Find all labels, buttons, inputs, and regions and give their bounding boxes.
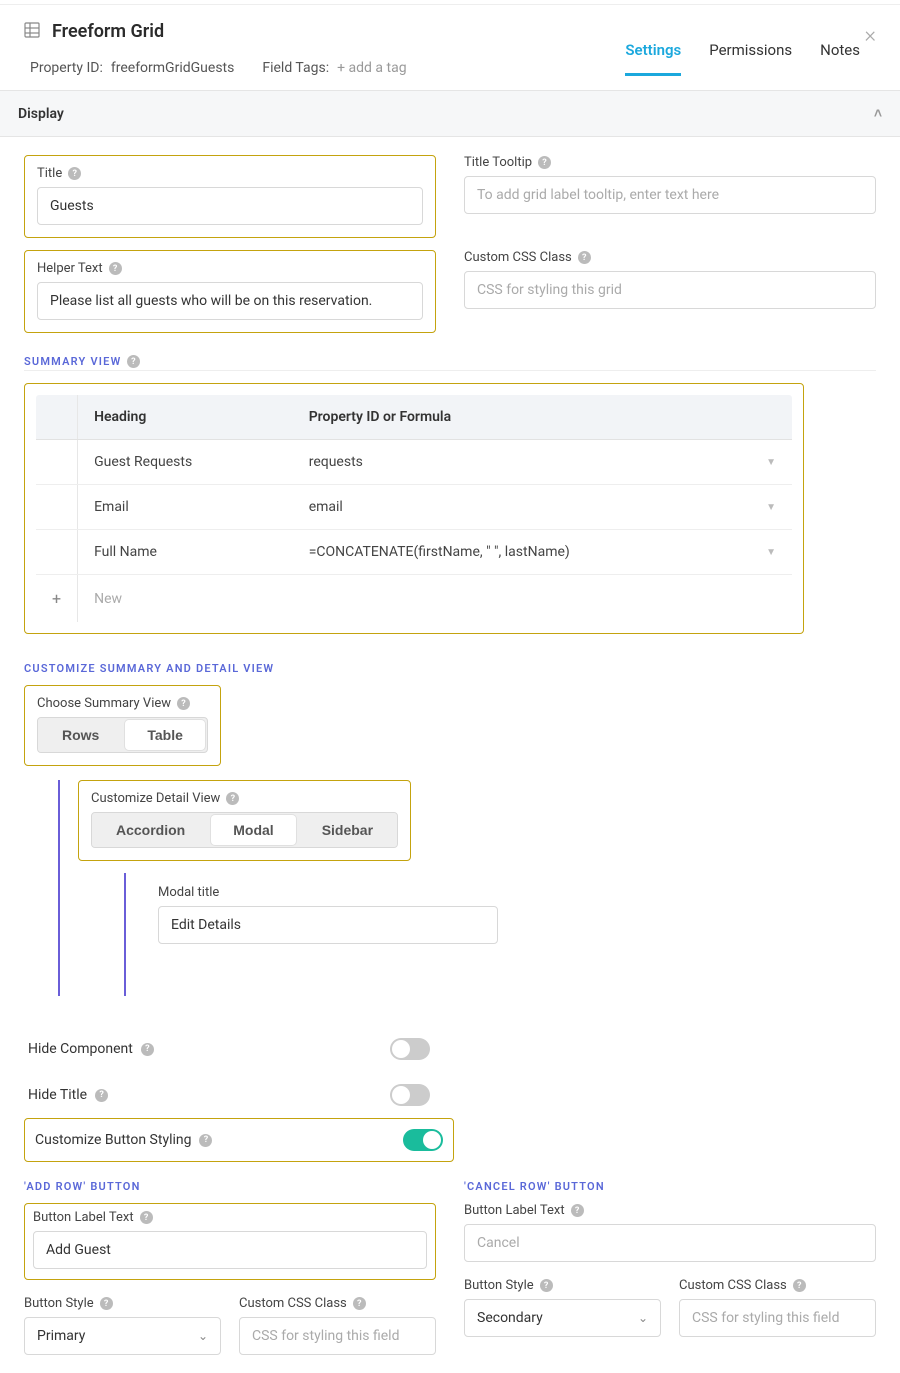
add-tag-button[interactable]: + add a tag (337, 60, 406, 76)
title-tooltip-label: Title Tooltip (464, 155, 532, 170)
title-input[interactable] (37, 187, 423, 225)
add-row-label-input[interactable] (33, 1231, 427, 1269)
hide-component-label: Hide Component (28, 1041, 133, 1057)
caret-down-icon: ▼ (766, 547, 776, 558)
new-row-label: New (78, 575, 793, 623)
section-title-display: Display (18, 106, 64, 122)
help-icon[interactable]: ? (100, 1297, 113, 1310)
cell-property-dropdown[interactable]: requests▼ (309, 454, 776, 470)
caret-down-icon: ▼ (766, 502, 776, 513)
cell-heading[interactable]: Email (78, 485, 293, 530)
customize-view-heading: CUSTOMIZE SUMMARY AND DETAIL VIEW (24, 662, 274, 675)
add-row-css-input[interactable] (239, 1317, 436, 1355)
hide-component-toggle[interactable] (390, 1038, 430, 1060)
page-title: Freeform Grid (52, 21, 164, 42)
help-icon[interactable]: ? (141, 1043, 154, 1056)
css-class-label: Custom CSS Class (464, 250, 572, 265)
helper-text-input[interactable] (37, 282, 423, 320)
cancel-row-style-select[interactable]: Secondary ⌄ (464, 1299, 661, 1337)
modal-title-label: Modal title (158, 885, 219, 900)
cancel-row-label-text: Button Label Text (464, 1203, 565, 1218)
help-icon[interactable]: ? (140, 1211, 153, 1224)
cancel-row-style-label: Button Style (464, 1278, 534, 1293)
property-id-value: freeformGridGuests (111, 60, 235, 76)
seg-rows[interactable]: Rows (38, 718, 123, 752)
cancel-row-css-input[interactable] (679, 1299, 876, 1337)
seg-table[interactable]: Table (125, 720, 205, 750)
help-icon[interactable]: ? (109, 262, 122, 275)
tab-settings[interactable]: Settings (625, 41, 681, 76)
summary-view-segmented: Rows Table (37, 717, 208, 753)
title-tooltip-input[interactable] (464, 176, 876, 214)
table-row[interactable]: Guest Requests requests▼ (36, 440, 793, 485)
summary-view-heading: SUMMARY VIEW (24, 355, 121, 368)
customize-button-styling-label: Customize Button Styling (35, 1132, 191, 1148)
help-icon[interactable]: ? (177, 697, 190, 710)
add-row-style-select[interactable]: Primary ⌄ (24, 1317, 221, 1355)
property-id-label: Property ID: (30, 60, 103, 76)
add-row-css-label: Custom CSS Class (239, 1296, 347, 1311)
chevron-up-icon: ˄ (874, 105, 882, 122)
col-heading: Heading (78, 395, 293, 440)
help-icon[interactable]: ? (538, 156, 551, 169)
cancel-row-section-title: 'CANCEL ROW' BUTTON (464, 1180, 876, 1193)
help-icon[interactable]: ? (199, 1134, 212, 1147)
section-header-display[interactable]: Display ˄ (0, 90, 900, 137)
field-tags-label: Field Tags: (262, 60, 329, 76)
customize-button-styling-toggle[interactable] (403, 1129, 443, 1151)
tab-permissions[interactable]: Permissions (709, 41, 792, 76)
add-row-section-title: 'ADD ROW' BUTTON (24, 1180, 436, 1193)
hide-title-label: Hide Title (28, 1087, 87, 1103)
table-row[interactable]: Full Name =CONCATENATE(firstName, " ", l… (36, 530, 793, 575)
tab-notes[interactable]: Notes (820, 41, 860, 76)
title-label: Title (37, 166, 62, 181)
customize-detail-label: Customize Detail View (91, 791, 220, 806)
help-icon[interactable]: ? (68, 167, 81, 180)
choose-summary-label: Choose Summary View (37, 696, 171, 711)
cancel-row-label-input[interactable] (464, 1224, 876, 1262)
cancel-row-css-label: Custom CSS Class (679, 1278, 787, 1293)
hide-title-toggle[interactable] (390, 1084, 430, 1106)
cell-property-dropdown[interactable]: email▼ (309, 499, 776, 515)
add-row-style-label: Button Style (24, 1296, 94, 1311)
chevron-down-icon: ⌄ (198, 1329, 208, 1343)
grid-icon (24, 22, 40, 42)
table-new-row[interactable]: + New (36, 575, 793, 623)
cell-property-dropdown[interactable]: =CONCATENATE(firstName, " ", lastName)▼ (309, 544, 776, 560)
help-icon[interactable]: ? (95, 1089, 108, 1102)
help-icon[interactable]: ? (571, 1204, 584, 1217)
detail-view-segmented: Accordion Modal Sidebar (91, 812, 398, 848)
help-icon[interactable]: ? (353, 1297, 366, 1310)
col-property: Property ID or Formula (293, 395, 793, 440)
help-icon[interactable]: ? (793, 1279, 806, 1292)
seg-modal[interactable]: Modal (211, 815, 295, 845)
table-corner (36, 395, 78, 440)
add-row-label-text: Button Label Text (33, 1210, 134, 1225)
seg-accordion[interactable]: Accordion (92, 813, 209, 847)
modal-title-input[interactable] (158, 906, 498, 944)
table-row[interactable]: Email email▼ (36, 485, 793, 530)
help-icon[interactable]: ? (578, 251, 591, 264)
summary-table: Heading Property ID or Formula Guest Req… (35, 394, 793, 623)
helper-text-label: Helper Text (37, 261, 103, 276)
close-icon[interactable]: × (864, 23, 876, 48)
chevron-down-icon: ⌄ (638, 1311, 648, 1325)
help-icon[interactable]: ? (540, 1279, 553, 1292)
caret-down-icon: ▼ (766, 457, 776, 468)
cell-heading[interactable]: Full Name (78, 530, 293, 575)
cell-heading[interactable]: Guest Requests (78, 440, 293, 485)
plus-icon: + (52, 589, 61, 608)
seg-sidebar[interactable]: Sidebar (298, 813, 397, 847)
help-icon[interactable]: ? (127, 355, 140, 368)
help-icon[interactable]: ? (226, 792, 239, 805)
css-class-input[interactable] (464, 271, 876, 309)
